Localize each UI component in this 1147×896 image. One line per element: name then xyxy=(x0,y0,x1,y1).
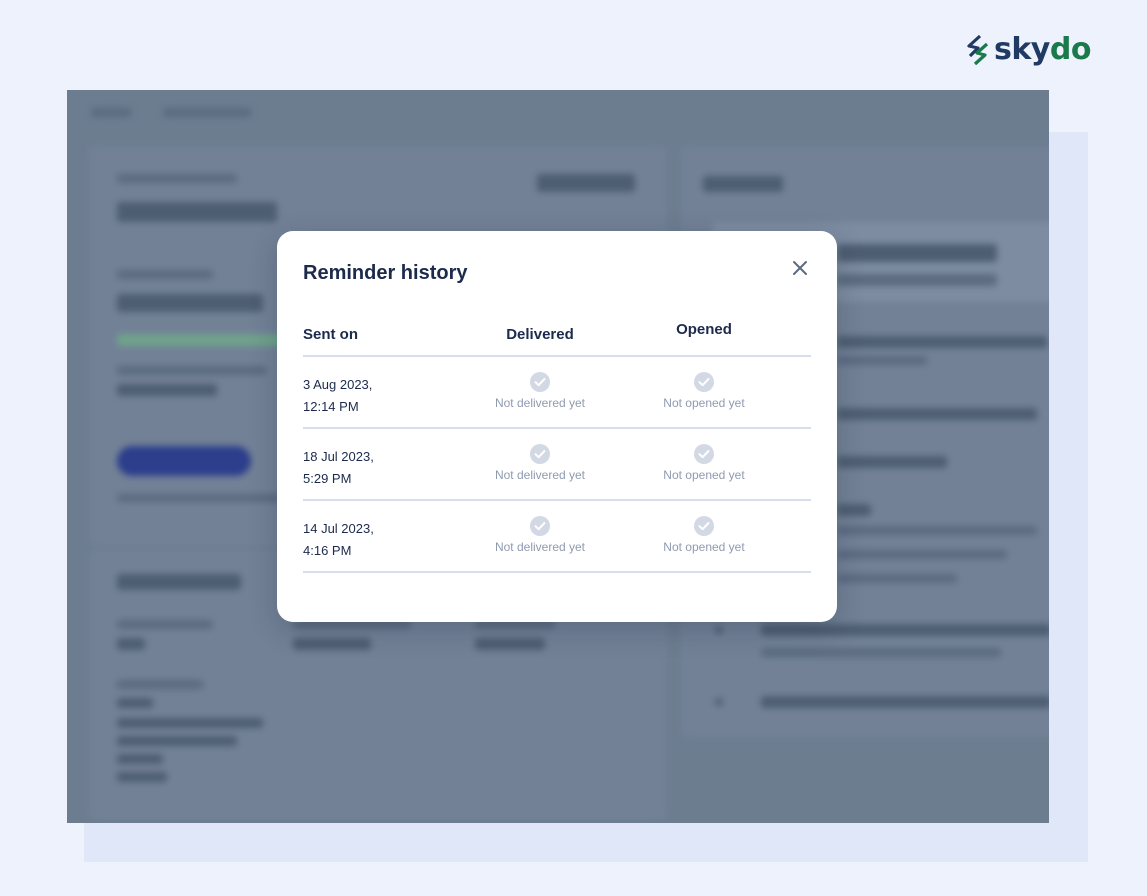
close-icon[interactable] xyxy=(789,257,811,279)
column-header-opened: Opened xyxy=(676,321,732,338)
table-row: 14 Jul 2023, 4:16 PM Not delivered yet N… xyxy=(303,501,811,573)
delivered-status: Not delivered yet xyxy=(494,468,586,482)
table-row: 18 Jul 2023, 5:29 PM Not delivered yet N… xyxy=(303,429,811,501)
delivered-status: Not delivered yet xyxy=(494,396,586,410)
opened-status: Not opened yet xyxy=(663,396,745,410)
check-circle-icon xyxy=(694,444,714,464)
check-circle-icon xyxy=(530,444,550,464)
column-header-delivered: Delivered xyxy=(506,326,574,343)
opened-cell: Not opened yet xyxy=(597,429,811,482)
logo-mark-icon xyxy=(967,34,989,66)
sent-on-cell: 18 Jul 2023, 5:29 PM xyxy=(303,449,374,486)
reminder-history-modal: Reminder history Sent on Delivered Opene… xyxy=(277,231,837,622)
sent-on-cell: 3 Aug 2023, 12:14 PM xyxy=(303,377,373,414)
check-circle-icon xyxy=(694,516,714,536)
table-header: Sent on Delivered Opened xyxy=(303,321,811,357)
opened-status: Not opened yet xyxy=(663,540,745,554)
opened-cell: Not opened yet xyxy=(597,501,811,554)
opened-cell: Not opened yet xyxy=(597,357,811,410)
modal-title: Reminder history xyxy=(303,262,468,284)
delivered-status: Not delivered yet xyxy=(494,540,586,554)
skydo-logo: skydo xyxy=(966,34,1091,66)
logo-wordmark: skydo xyxy=(994,32,1091,67)
opened-status: Not opened yet xyxy=(663,468,745,482)
column-header-sent-on: Sent on xyxy=(303,326,358,343)
check-circle-icon xyxy=(530,516,550,536)
delivered-cell: Not delivered yet xyxy=(483,357,597,410)
check-circle-icon xyxy=(530,372,550,392)
delivered-cell: Not delivered yet xyxy=(483,429,597,482)
delivered-cell: Not delivered yet xyxy=(483,501,597,554)
reminder-table: Sent on Delivered Opened 3 Aug 2023, 12:… xyxy=(303,321,811,573)
sent-on-cell: 14 Jul 2023, 4:16 PM xyxy=(303,521,374,558)
check-circle-icon xyxy=(694,372,714,392)
table-row: 3 Aug 2023, 12:14 PM Not delivered yet N… xyxy=(303,357,811,429)
